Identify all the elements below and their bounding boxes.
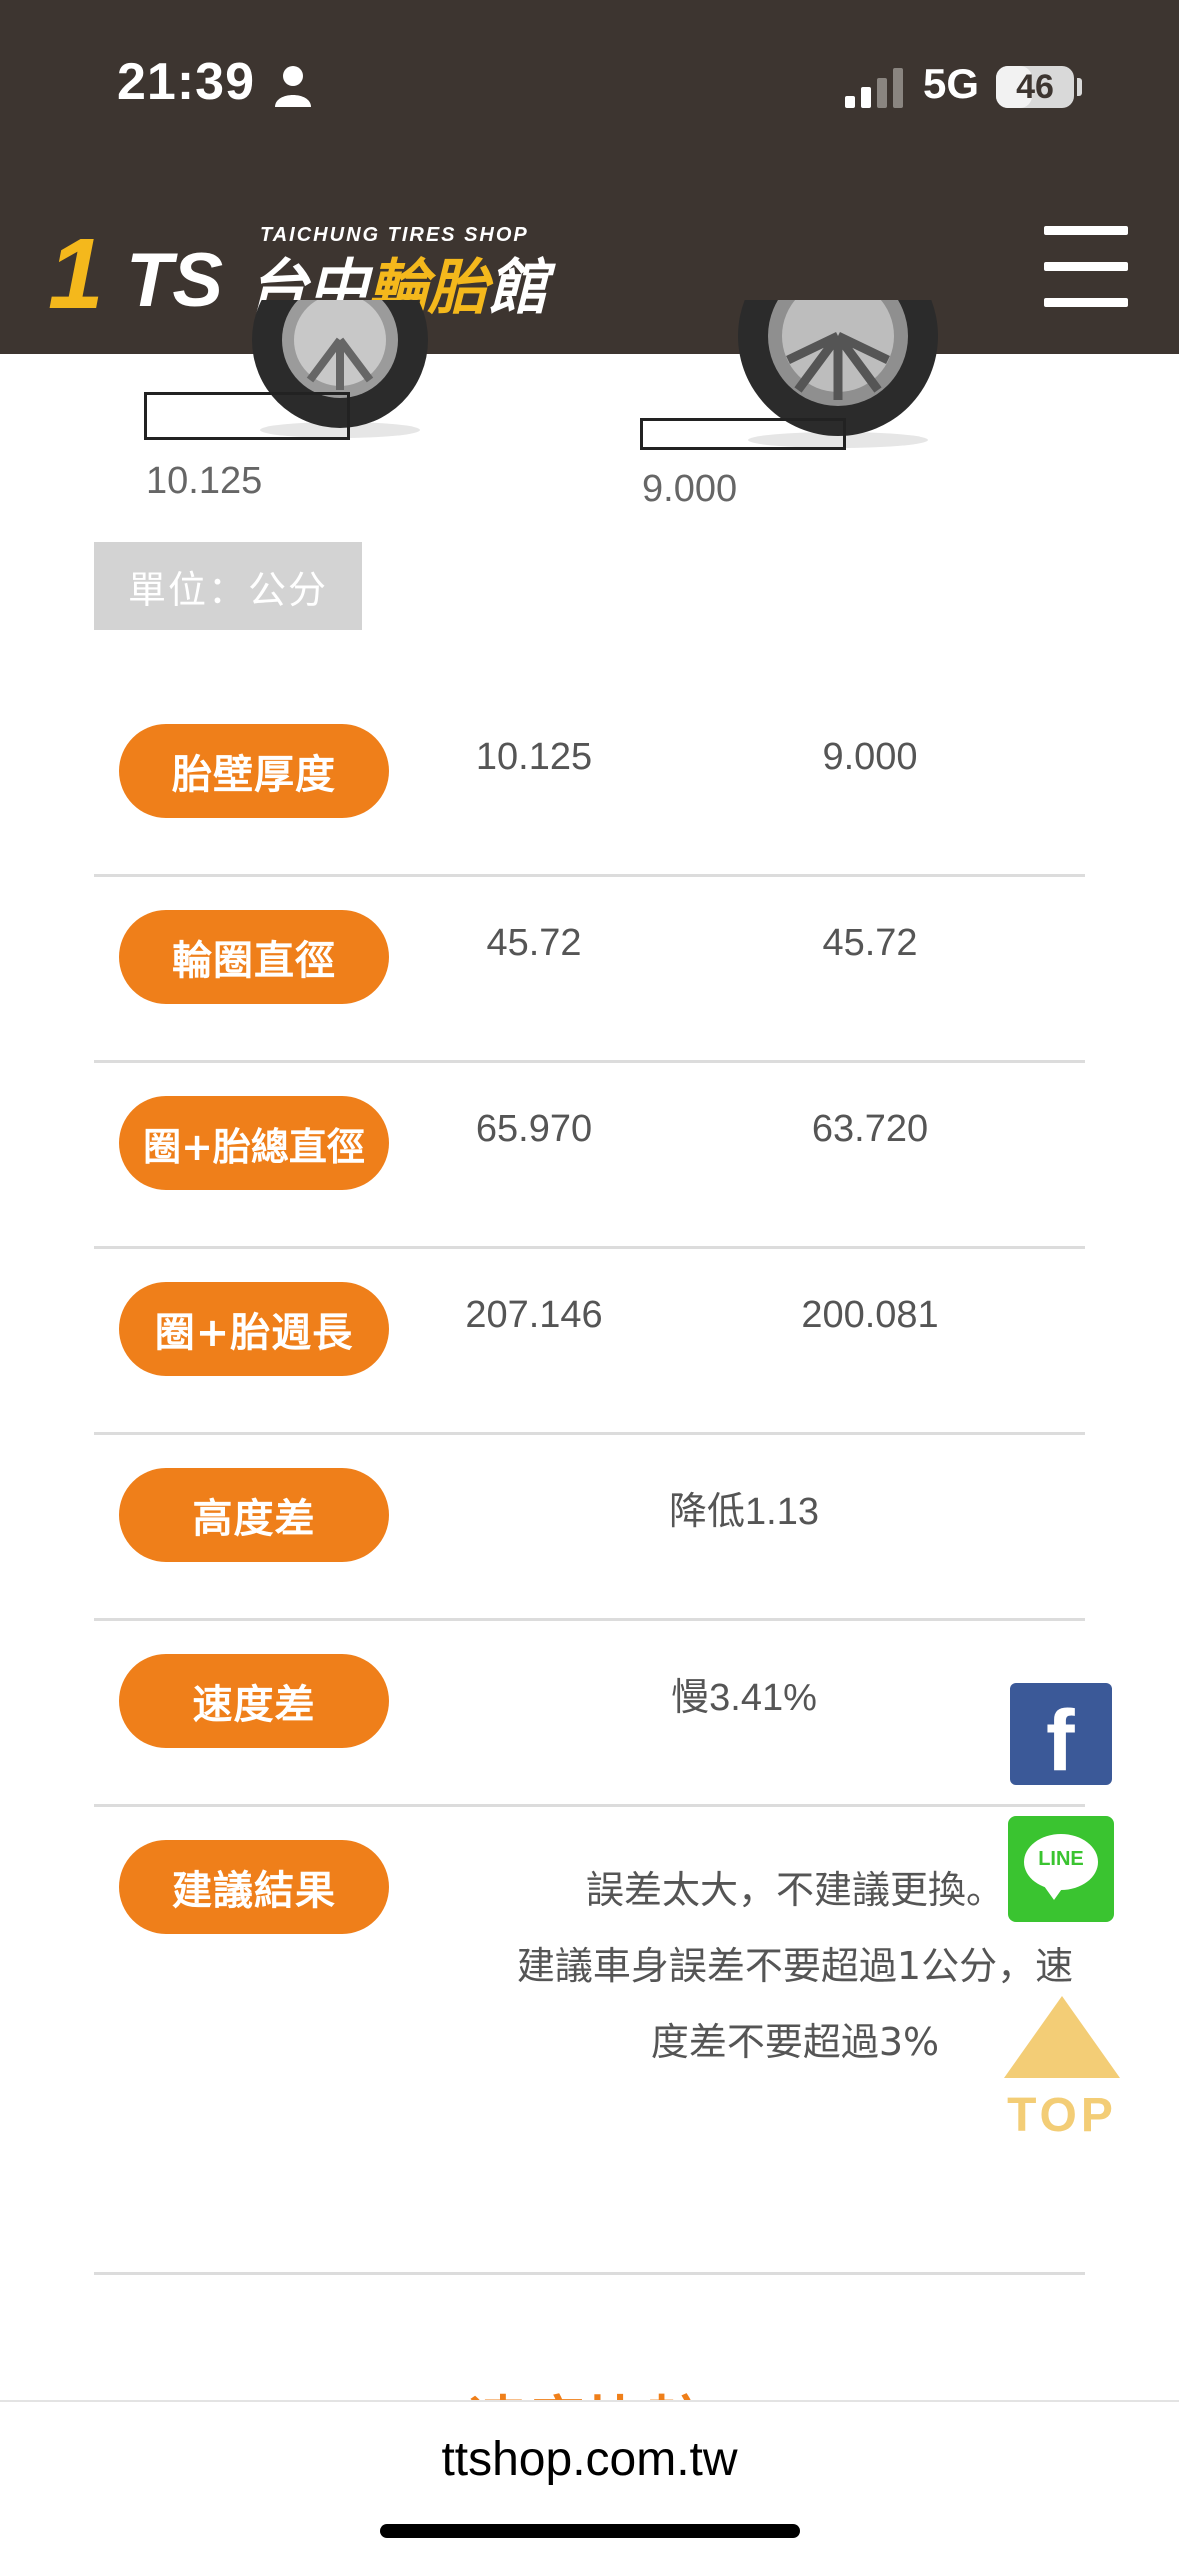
logo-english-text: TAICHUNG TIRES SHOP [260, 224, 529, 246]
row-left-value: 10.125 [475, 736, 593, 778]
tire-right-dimension-box [640, 418, 846, 450]
table-row: 圈+胎週長 207.146 200.081 [94, 1258, 1085, 1435]
table-row: 速度差 慢3.41% [94, 1630, 1085, 1807]
menu-line [1044, 298, 1128, 307]
row-right-value: 45.72 [822, 922, 918, 964]
signal-icon [845, 68, 903, 108]
row-label-pill: 圈+胎總直徑 [119, 1096, 389, 1190]
person-icon [275, 66, 311, 107]
menu-line [1044, 226, 1128, 235]
up-arrow-icon [1004, 1996, 1120, 2078]
row-label-pill: 輪圈直徑 [119, 910, 389, 1004]
browser-address-bar: ttshop.com.tw [0, 2400, 1179, 2558]
menu-line [1044, 262, 1128, 271]
url-field[interactable]: ttshop.com.tw [0, 2432, 1179, 2487]
top-label: TOP [1007, 2089, 1117, 2142]
row-label-pill: 胎壁厚度 [119, 724, 389, 818]
row-left-value: 207.146 [465, 1294, 603, 1336]
row-label-pill: 圈+胎週長 [119, 1282, 389, 1376]
network-label: 5G [923, 60, 980, 107]
tire-left-value: 10.125 [146, 460, 263, 502]
line-button[interactable]: LINE [1008, 1816, 1114, 1922]
header-bar: 21:39 5G 46 1 TS TAICHUNG TIRES SHOP 台中輪… [0, 0, 1179, 354]
row-right-value: 9.000 [822, 736, 918, 778]
row-left-value: 65.970 [475, 1108, 593, 1150]
table-row: 胎壁厚度 10.125 9.000 [94, 700, 1085, 877]
line-bubble-tail [1044, 1886, 1064, 1900]
battery-tip [1077, 78, 1082, 96]
logo-letters: TS [126, 238, 224, 323]
tire-left-dimension-box [144, 392, 350, 440]
row-right-value: 200.081 [801, 1294, 939, 1336]
logo-number: 1 [48, 218, 104, 330]
table-row: 輪圈直徑 45.72 45.72 [94, 886, 1085, 1063]
battery-percent: 46 [1016, 67, 1054, 106]
home-indicator[interactable] [380, 2524, 800, 2538]
status-time: 21:39 [117, 53, 255, 111]
logo-chinese-end: 館 [488, 253, 548, 323]
tire-right-value: 9.000 [642, 468, 738, 510]
row-right-value: 63.720 [811, 1108, 929, 1150]
back-to-top-button[interactable]: TOP [1002, 1996, 1122, 2146]
line-icon: LINE [1024, 1834, 1098, 1890]
facebook-icon: f [1046, 1693, 1075, 1789]
line-label: LINE [1038, 1848, 1084, 1870]
recommendation-line: 建議車身誤差不要超過1公分，速 [516, 1944, 1074, 1988]
hamburger-menu-icon[interactable] [1040, 224, 1132, 310]
facebook-button[interactable]: f [1010, 1683, 1112, 1789]
speed-difference-value: 慢3.41% [671, 1677, 817, 1719]
table-row: 建議結果 誤差太大，不建議更換。 建議車身誤差不要超過1公分，速 度差不要超過3… [94, 1816, 1085, 2275]
table-row: 圈+胎總直徑 65.970 63.720 [94, 1072, 1085, 1249]
unit-badge: 單位：公分 [94, 542, 362, 630]
battery-icon: 46 [996, 66, 1074, 108]
table-row: 高度差 降低1.13 [94, 1444, 1085, 1621]
row-left-value: 45.72 [486, 922, 582, 964]
row-label-pill: 建議結果 [119, 1840, 389, 1934]
row-label-pill: 速度差 [119, 1654, 389, 1748]
height-difference-value: 降低1.13 [669, 1491, 819, 1533]
row-label-pill: 高度差 [119, 1468, 389, 1562]
